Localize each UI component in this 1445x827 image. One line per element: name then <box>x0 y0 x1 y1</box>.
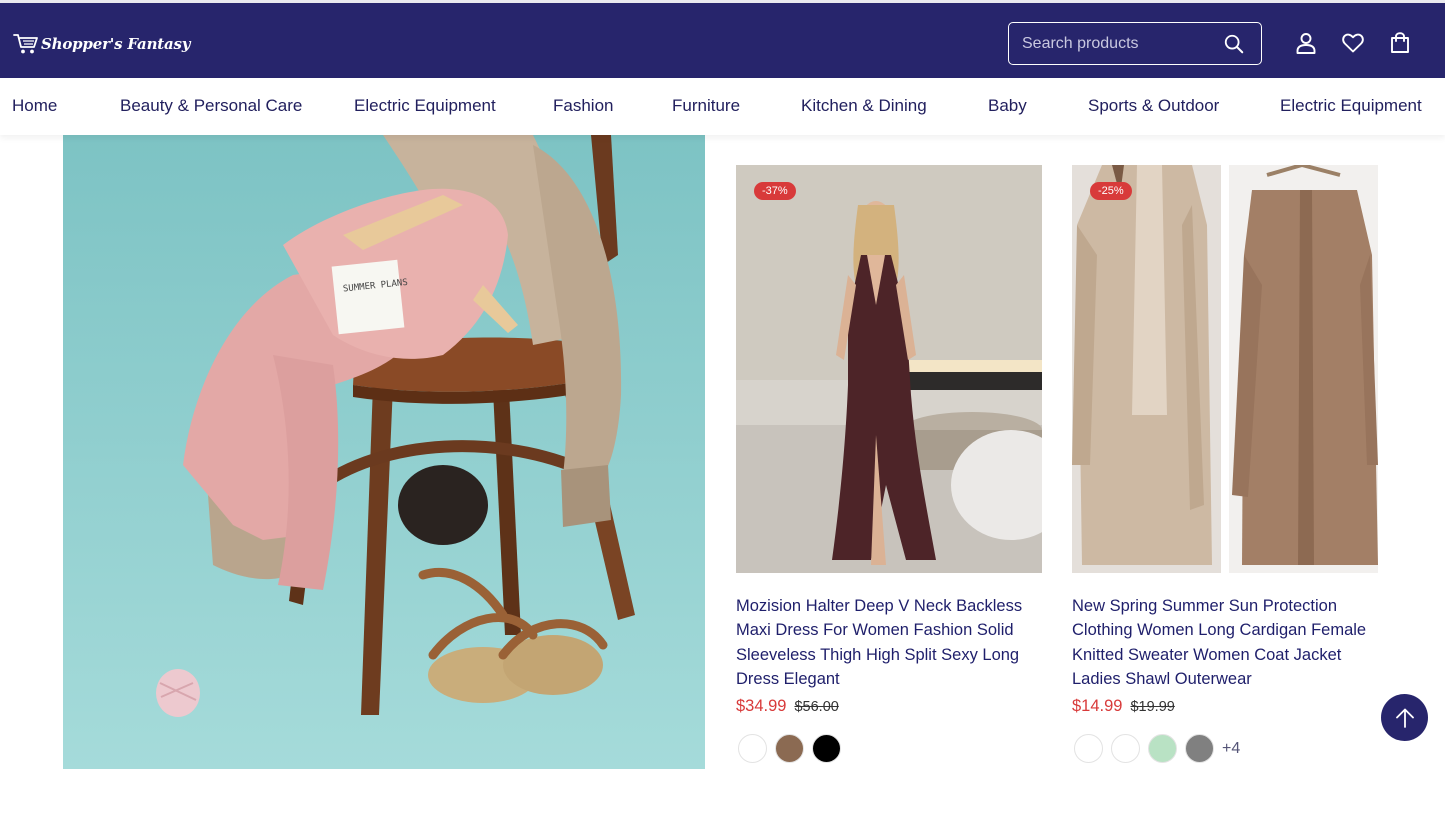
logo-text: Shopper's Fantasy <box>41 35 191 53</box>
category-nav: Home Beauty & Personal Care Electric Equ… <box>0 78 1445 135</box>
search-box <box>1008 22 1262 65</box>
discount-badge: -37% <box>754 182 796 200</box>
nav-item-sports-outdoor[interactable]: Sports & Outdoor <box>1088 96 1219 116</box>
bag-icon[interactable] <box>1388 31 1412 55</box>
product-prices: $14.99 $19.99 <box>1072 697 1378 716</box>
nav-item-electric-equipment[interactable]: Electric Equipment <box>354 96 496 116</box>
sale-price: $14.99 <box>1072 697 1123 716</box>
nav-item-furniture[interactable]: Furniture <box>672 96 740 116</box>
site-header: Shopper's Fantasy <box>0 3 1445 78</box>
color-swatches: +4 <box>1072 734 1378 764</box>
heart-icon[interactable] <box>1341 31 1365 55</box>
nav-item-electric-equipment-2[interactable]: Electric Equipment <box>1280 96 1422 116</box>
color-swatch[interactable] <box>1185 734 1214 764</box>
site-logo[interactable]: Shopper's Fantasy <box>13 31 190 57</box>
product-card[interactable]: -25% New Spring Summer Sun Protection Cl… <box>1072 165 1378 764</box>
original-price: $19.99 <box>1130 699 1175 716</box>
nav-item-home[interactable]: Home <box>12 96 57 116</box>
nav-item-baby[interactable]: Baby <box>988 96 1027 116</box>
color-swatch[interactable] <box>1074 734 1103 764</box>
back-to-top-button[interactable] <box>1381 694 1428 741</box>
search-icon[interactable] <box>1223 33 1245 55</box>
product-title[interactable]: New Spring Summer Sun Protection Clothin… <box>1072 594 1378 691</box>
nav-item-kitchen-dining[interactable]: Kitchen & Dining <box>801 96 927 116</box>
product-image[interactable]: -25% <box>1072 165 1378 573</box>
color-swatches <box>736 734 1042 764</box>
cart-icon <box>13 34 38 54</box>
product-photo-cardigan <box>1072 165 1378 573</box>
nav-item-beauty[interactable]: Beauty & Personal Care <box>120 96 302 116</box>
original-price: $56.00 <box>794 699 839 716</box>
product-card[interactable]: -37% Mozision Halter Deep V Neck Backles… <box>736 165 1042 764</box>
color-swatch[interactable] <box>1148 734 1177 764</box>
product-prices: $34.99 $56.00 <box>736 697 1042 716</box>
more-colors-count[interactable]: +4 <box>1222 740 1240 758</box>
color-swatch[interactable] <box>738 734 767 764</box>
hero-illustration: SUMMER PLANS <box>63 135 705 769</box>
product-photo-dress <box>736 165 1042 573</box>
sale-price: $34.99 <box>736 697 787 716</box>
user-icon[interactable] <box>1294 31 1318 55</box>
color-swatch[interactable] <box>775 734 804 764</box>
product-title[interactable]: Mozision Halter Deep V Neck Backless Max… <box>736 594 1042 691</box>
discount-badge: -25% <box>1090 182 1132 200</box>
hero-banner-image[interactable]: SUMMER PLANS <box>63 135 705 769</box>
product-image[interactable]: -37% <box>736 165 1042 573</box>
color-swatch[interactable] <box>812 734 841 764</box>
nav-item-fashion[interactable]: Fashion <box>553 96 613 116</box>
arrow-up-icon <box>1395 708 1414 728</box>
color-swatch[interactable] <box>1111 734 1140 764</box>
